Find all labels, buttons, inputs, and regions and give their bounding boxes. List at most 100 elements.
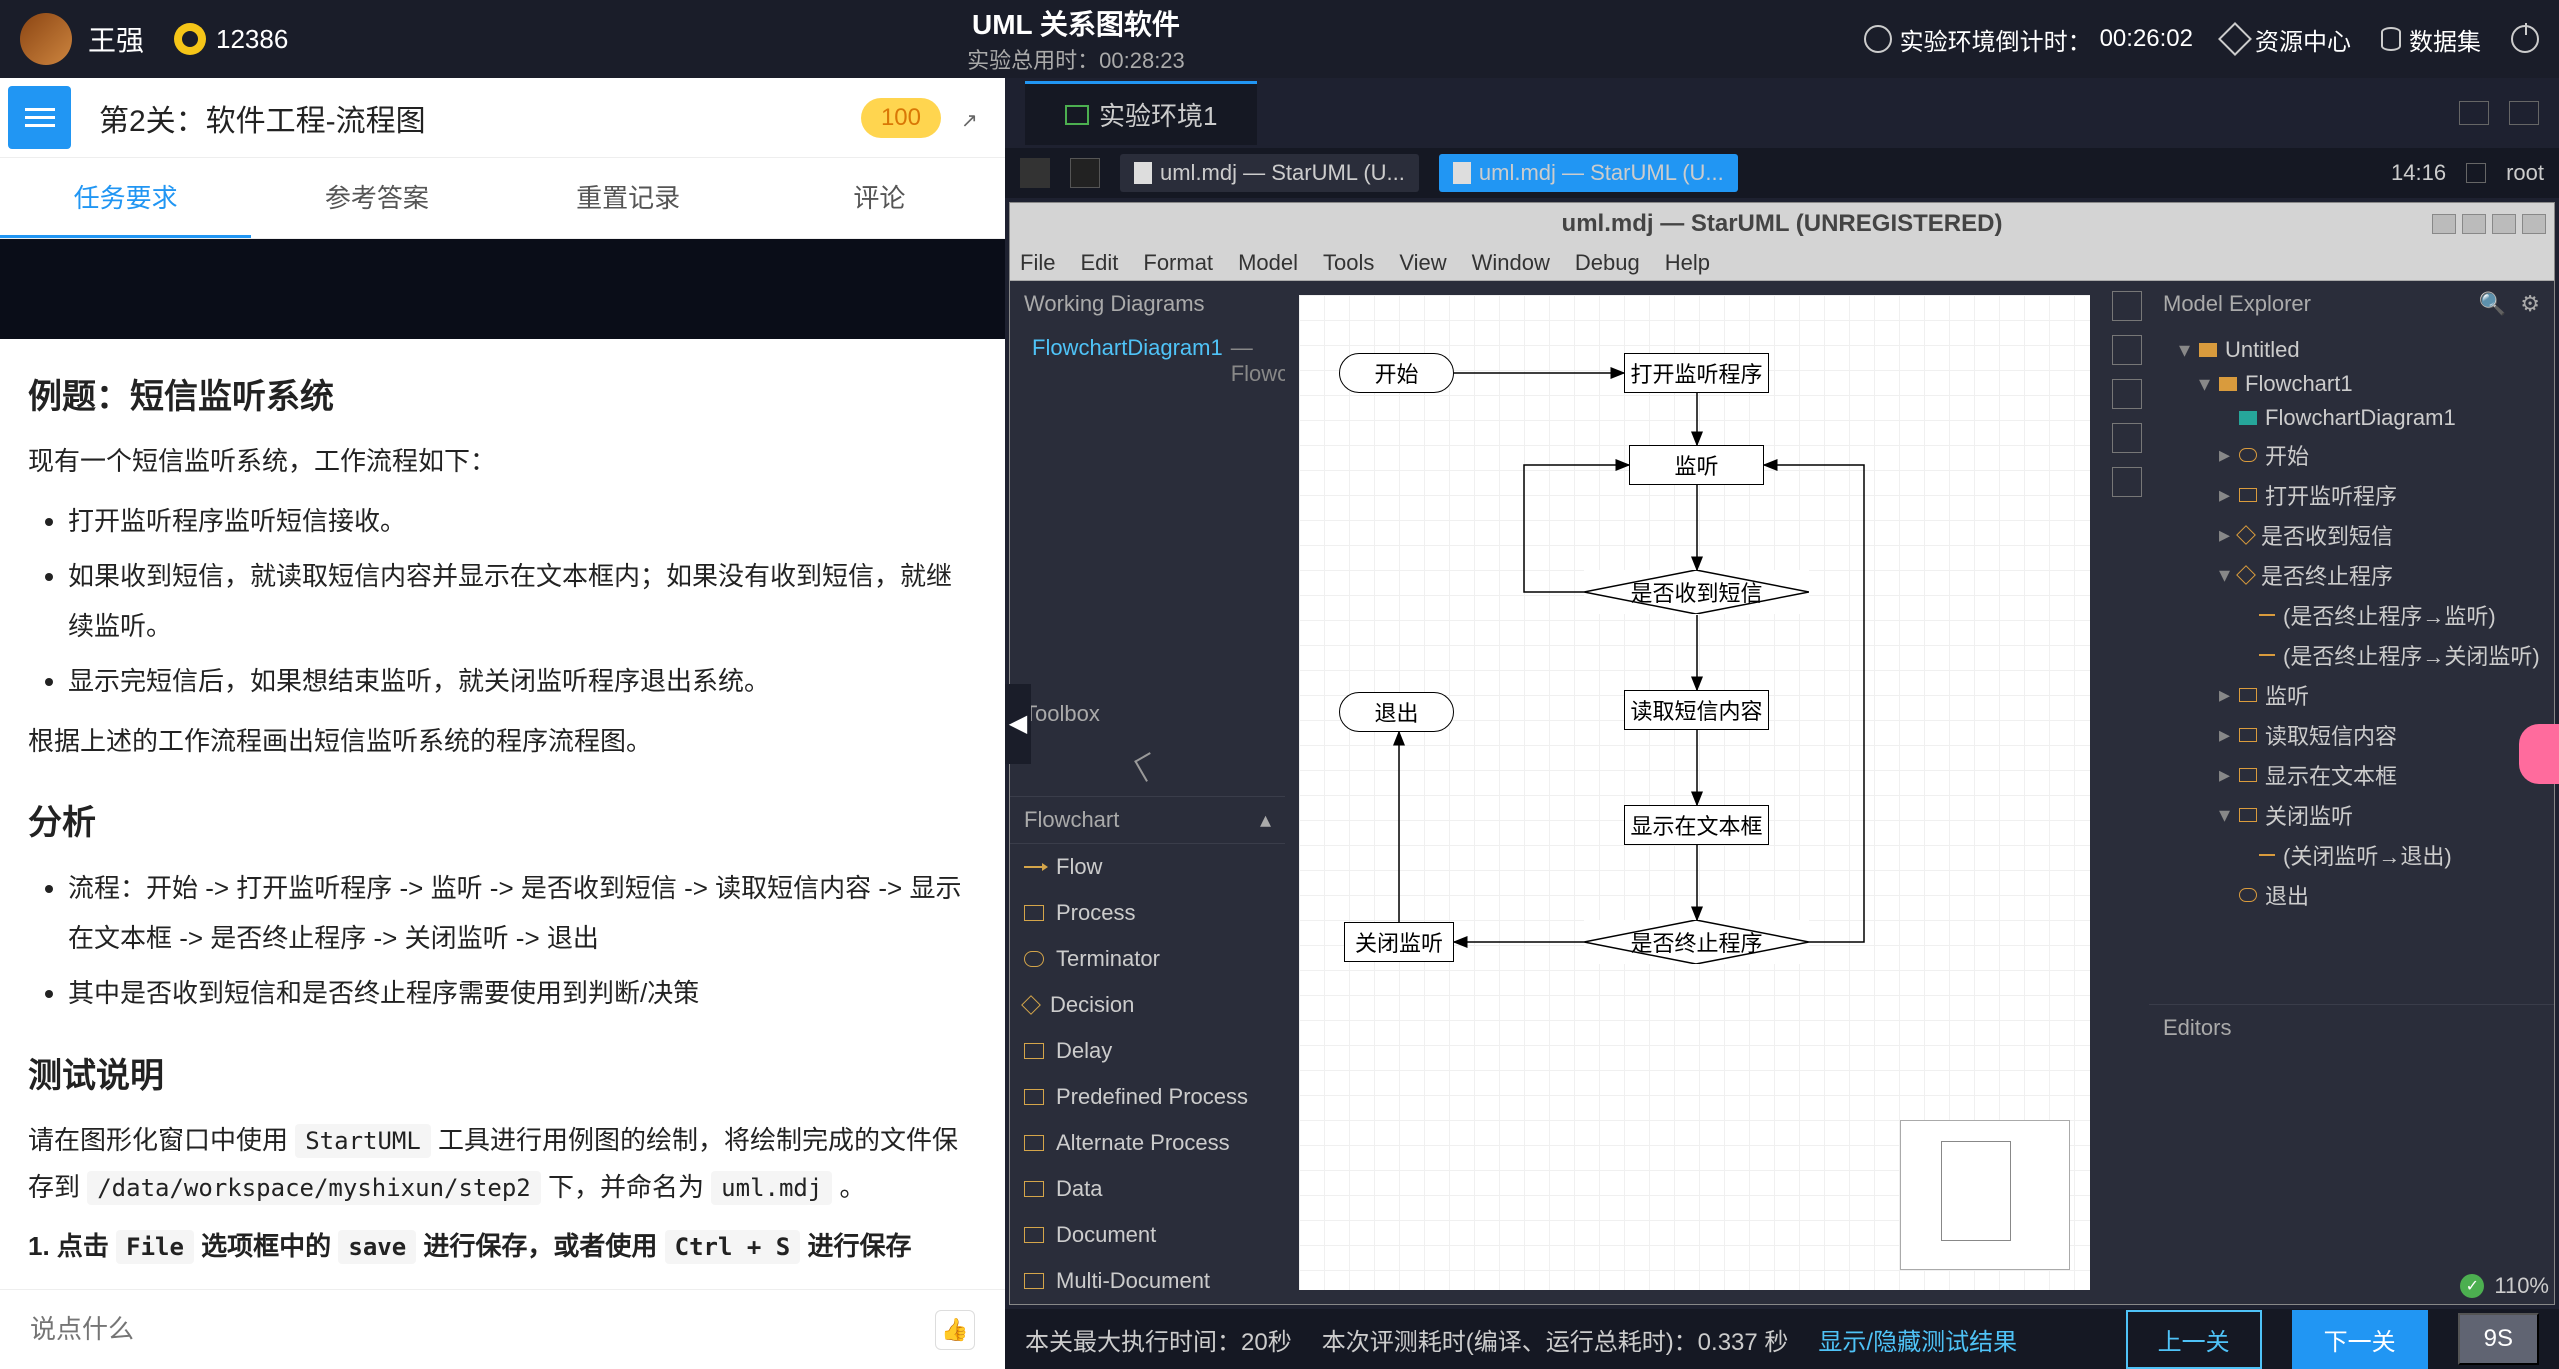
comment-input[interactable] [30, 1314, 935, 1345]
stat-button[interactable]: 9S [2458, 1313, 2539, 1365]
shape-term[interactable]: 是否终止程序 [1584, 920, 1809, 964]
window-minimize-icon[interactable] [2462, 214, 2486, 234]
shape-read[interactable]: 读取短信内容 [1624, 690, 1769, 730]
gear-icon[interactable]: ⚙ [2520, 291, 2540, 317]
tree-item[interactable]: ▸开始 [2159, 435, 2544, 475]
next-button[interactable]: 下一关 [2292, 1310, 2428, 1369]
tree-item[interactable]: ▸监听 [2159, 675, 2544, 715]
toggle-results-link[interactable]: 显示/隐藏测试结果 [1818, 1322, 2017, 1357]
menu-help[interactable]: Help [1665, 250, 1710, 276]
tab-requirements[interactable]: 任务要求 [0, 158, 251, 238]
iconbar-md-icon[interactable] [2112, 379, 2142, 409]
tree-root[interactable]: ▾Untitled [2159, 333, 2544, 367]
toolbox-multidoc[interactable]: Multi-Document [1010, 1258, 1285, 1304]
thumbs-up-button[interactable]: 👍 [935, 1310, 975, 1350]
prev-button[interactable]: 上一关 [2126, 1310, 2262, 1369]
tree-flowchart[interactable]: ▾Flowchart1 [2159, 367, 2544, 401]
menu-button[interactable] [8, 86, 71, 149]
taskbar-item-active[interactable]: uml.mdj — StarUML (U... [1439, 154, 1738, 192]
tree-item[interactable]: ▸显示在文本框 [2159, 755, 2544, 795]
process-icon [2239, 488, 2257, 502]
toolbox-predefined[interactable]: Predefined Process [1010, 1074, 1285, 1120]
window-pin-icon[interactable] [2432, 214, 2456, 234]
file-icon [1453, 162, 1471, 184]
tree-link[interactable]: (是否终止程序→监听) [2159, 595, 2544, 635]
shape-exit[interactable]: 退出 [1339, 692, 1454, 732]
working-diagrams-header: Working Diagrams [1010, 281, 1285, 327]
menu-tools[interactable]: Tools [1323, 250, 1374, 276]
window-close-icon[interactable] [2522, 214, 2546, 234]
menu-window[interactable]: Window [1472, 250, 1550, 276]
toolbox-alternate[interactable]: Alternate Process [1010, 1120, 1285, 1166]
step-item: 如果收到短信，就读取短信内容并显示在文本框内；如果没有收到短信，就继续监听。 [68, 552, 977, 651]
window-maximize-icon[interactable] [2492, 214, 2516, 234]
tree-item[interactable]: ▸读取短信内容 [2159, 715, 2544, 755]
toolbox-process[interactable]: Process [1010, 890, 1285, 936]
toolbox-decision[interactable]: Decision [1010, 982, 1285, 1028]
tree-item[interactable]: 退出 [2159, 875, 2544, 915]
heading-example: 例题：短信监听系统 [28, 369, 977, 418]
iconbar-share-icon[interactable] [2112, 467, 2142, 497]
intro-text: 现有一个短信监听系统，工作流程如下： [28, 438, 977, 485]
menu-view[interactable]: View [1399, 250, 1446, 276]
dataset-link[interactable]: 数据集 [2381, 22, 2481, 57]
power-icon[interactable] [2511, 25, 2539, 53]
menu-file[interactable]: File [1020, 250, 1055, 276]
package-icon [2219, 377, 2237, 391]
iconbar-move-icon[interactable] [2112, 423, 2142, 453]
toolbox-section-flowchart[interactable]: Flowchart▴ [1010, 797, 1285, 844]
shape-recv[interactable]: 是否收到短信 [1584, 570, 1809, 614]
avatar[interactable] [20, 13, 72, 65]
conclude-text: 根据上述的工作流程画出短信监听系统的程序流程图。 [28, 718, 977, 765]
menu-edit[interactable]: Edit [1080, 250, 1118, 276]
breadcrumb: 第2关：软件工程-流程图 [99, 96, 861, 140]
toolbox-cursor[interactable] [1010, 737, 1285, 797]
collapse-handle[interactable]: ◀ [1005, 684, 1031, 764]
env-tab[interactable]: 实验环境1 [1025, 81, 1257, 145]
app-launcher-icon[interactable] [1020, 158, 1050, 188]
tab-comments[interactable]: 评论 [754, 158, 1005, 238]
delay-icon [1024, 1043, 1044, 1059]
test-instruction: 请在图形化窗口中使用 StartUML 工具进行用例图的绘制，将绘制完成的文件保… [28, 1117, 977, 1211]
tree-item[interactable]: ▾关闭监听 [2159, 795, 2544, 835]
search-icon[interactable]: 🔍 [2479, 291, 2506, 317]
model-explorer-header: Model Explorer [2163, 291, 2311, 317]
alternate-icon [1024, 1135, 1044, 1151]
tree-item[interactable]: ▸打开监听程序 [2159, 475, 2544, 515]
shape-show[interactable]: 显示在文本框 [1624, 805, 1769, 845]
feedback-fab[interactable] [2519, 724, 2559, 784]
tab-reset[interactable]: 重置记录 [503, 158, 754, 238]
tree-item[interactable]: ▾是否终止程序 [2159, 555, 2544, 595]
iconbar-puzzle-icon[interactable] [2112, 291, 2142, 321]
working-diagram-item[interactable]: FlowchartDiagram1 — Flowch... [1010, 327, 1285, 395]
expand-icon[interactable] [2509, 101, 2539, 125]
taskbar-item[interactable]: uml.mdj — StarUML (U... [1120, 154, 1419, 192]
toolbox-flow[interactable]: Flow [1010, 844, 1285, 890]
menu-model[interactable]: Model [1238, 250, 1298, 276]
expand-icon[interactable] [961, 106, 985, 130]
keyboard-icon[interactable] [2466, 163, 2486, 183]
window-icon[interactable] [1070, 158, 1100, 188]
toolbox-delay[interactable]: Delay [1010, 1028, 1285, 1074]
tree-diagram[interactable]: FlowchartDiagram1 [2159, 401, 2544, 435]
tree-link[interactable]: (关闭监听→退出) [2159, 835, 2544, 875]
coin-count: 12386 [216, 24, 288, 55]
shape-close[interactable]: 关闭监听 [1344, 922, 1454, 962]
shape-start[interactable]: 开始 [1339, 353, 1454, 393]
tree-link[interactable]: (是否终止程序→关闭监听) [2159, 635, 2544, 675]
toolbox-terminator[interactable]: Terminator [1010, 936, 1285, 982]
resource-center-link[interactable]: 资源中心 [2223, 22, 2351, 57]
menu-format[interactable]: Format [1143, 250, 1213, 276]
tab-answer[interactable]: 参考答案 [251, 158, 502, 238]
toolbox-icon[interactable] [2459, 101, 2489, 125]
iconbar-grid-icon[interactable] [2112, 335, 2142, 365]
shape-listen[interactable]: 监听 [1629, 445, 1764, 485]
shape-open[interactable]: 打开监听程序 [1624, 353, 1769, 393]
check-icon: ✓ [2460, 1274, 2484, 1298]
tree-item[interactable]: ▸是否收到短信 [2159, 515, 2544, 555]
canvas[interactable]: 开始 打开监听程序 监听 是否收到短信 退出 读取短信内容 显示在文本框 关闭监… [1299, 295, 2090, 1290]
menu-debug[interactable]: Debug [1575, 250, 1640, 276]
minimap[interactable] [1900, 1120, 2070, 1270]
toolbox-data[interactable]: Data [1010, 1166, 1285, 1212]
toolbox-document[interactable]: Document [1010, 1212, 1285, 1258]
